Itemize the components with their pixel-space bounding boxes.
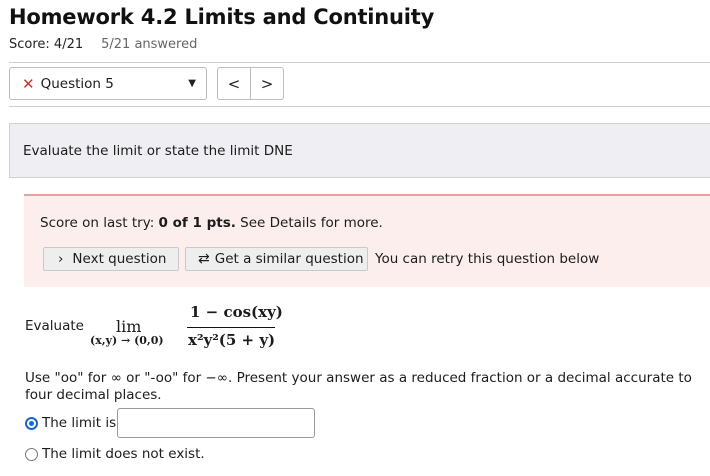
question-select[interactable]: ✕ Question 5 ▼ xyxy=(9,67,207,100)
score-summary: Score: 4/21 5/21 answered xyxy=(9,37,197,52)
radio-limit-is[interactable] xyxy=(25,416,38,430)
question-select-label: Question 5 xyxy=(40,75,114,92)
chevron-right-icon: › xyxy=(58,251,64,267)
radio-dne[interactable] xyxy=(25,447,38,461)
question-prompt: Evaluate the limit or state the limit DN… xyxy=(9,123,710,178)
similar-question-button[interactable]: ⇄ Get a similar question xyxy=(185,247,368,271)
next-question-button[interactable]: › Next question xyxy=(43,247,179,271)
similar-question-label: Get a similar question xyxy=(214,251,364,267)
previous-question-button[interactable]: < xyxy=(217,67,251,100)
last-try-suffix: See Details for more. xyxy=(235,215,383,231)
last-try-prefix: Score on last try: xyxy=(40,215,159,231)
chevron-left-icon: < xyxy=(227,74,241,93)
option-limit-is[interactable]: The limit is xyxy=(25,415,116,431)
divider xyxy=(9,106,710,107)
next-question-label: Next question xyxy=(72,251,167,267)
divider xyxy=(9,62,710,63)
fraction-numerator: 1 − cos(xy) xyxy=(190,303,283,321)
chevron-right-icon: > xyxy=(260,74,274,93)
limit-answer-input[interactable] xyxy=(117,408,315,438)
answered-count: 5/21 answered xyxy=(101,37,198,52)
x-mark-icon: ✕ xyxy=(22,74,35,93)
next-question-nav-button[interactable]: > xyxy=(250,67,284,100)
limit-subscript: (x,y) → (0,0) xyxy=(90,334,164,347)
page-title: Homework 4.2 Limits and Continuity xyxy=(9,5,435,29)
feedback-panel: Score on last try: 0 of 1 pts. See Detai… xyxy=(24,194,710,287)
fraction-bar xyxy=(187,327,275,328)
repeat-icon: ⇄ xyxy=(198,251,210,267)
option-dne-label: The limit does not exist. xyxy=(42,446,205,462)
score-text: Score: 4/21 xyxy=(9,37,84,52)
option-limit-is-label: The limit is xyxy=(42,415,117,431)
chevron-down-icon: ▼ xyxy=(188,78,196,89)
last-try-value: 0 of 1 pts. xyxy=(158,215,236,231)
evaluate-label: Evaluate xyxy=(25,318,84,334)
answer-instructions: Use "oo" for ∞ or "-oo" for −∞. Present … xyxy=(25,370,692,403)
last-try-score: Score on last try: 0 of 1 pts. See Detai… xyxy=(40,215,383,231)
retry-note: You can retry this question below xyxy=(375,251,600,267)
option-dne[interactable]: The limit does not exist. xyxy=(25,446,205,462)
fraction-denominator: x²y²(5 + y) xyxy=(188,331,276,349)
question-prompt-text: Evaluate the limit or state the limit DN… xyxy=(23,142,293,159)
